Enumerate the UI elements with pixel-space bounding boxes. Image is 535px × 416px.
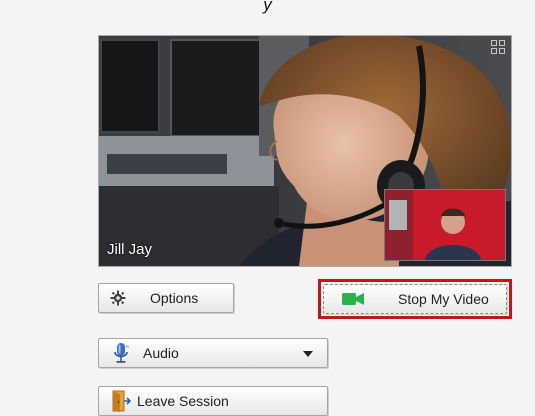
stop-my-video-label: Stop My Video bbox=[398, 291, 489, 307]
microphone-icon: ≈ bbox=[114, 343, 130, 363]
options-label: Options bbox=[150, 290, 199, 306]
self-view-video[interactable] bbox=[384, 189, 506, 261]
gear-icon bbox=[110, 290, 126, 306]
audio-dropdown[interactable]: ≈ Audio bbox=[98, 338, 328, 368]
self-view-image bbox=[385, 190, 505, 260]
leave-session-button[interactable]: Leave Session bbox=[98, 386, 328, 416]
leave-session-label: Leave Session bbox=[137, 393, 229, 409]
stop-my-video-button[interactable]: Stop My Video bbox=[323, 284, 507, 314]
caller-name-label: Jill Jay bbox=[107, 241, 153, 258]
exit-door-icon bbox=[112, 390, 131, 412]
chevron-down-icon bbox=[303, 351, 313, 357]
video-session-panel: y Jill Jay Options Stop My Video ≈ Audio… bbox=[0, 0, 535, 416]
main-video-feed[interactable]: Jill Jay bbox=[98, 35, 512, 267]
fullscreen-icon[interactable] bbox=[491, 40, 505, 54]
audio-label: Audio bbox=[143, 345, 179, 361]
video-camera-icon bbox=[342, 293, 364, 305]
options-button[interactable]: Options bbox=[98, 283, 234, 313]
svg-text:≈: ≈ bbox=[126, 344, 130, 350]
cropped-title: y bbox=[263, 0, 272, 14]
